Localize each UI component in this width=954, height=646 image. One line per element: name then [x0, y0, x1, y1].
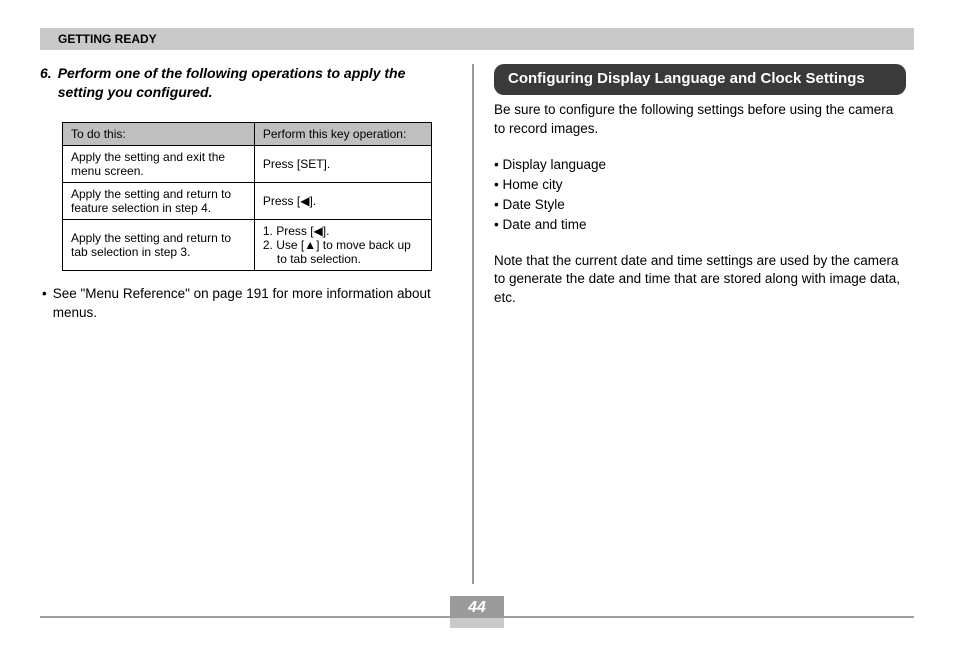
step-number: 6. — [40, 64, 52, 102]
list-item: Home city — [494, 175, 906, 195]
footer-rule: 44 — [40, 616, 914, 618]
list-item: Date Style — [494, 195, 906, 215]
op-cell: Press [SET]. — [254, 145, 431, 182]
table-row: Apply the setting and return to tab sele… — [63, 219, 432, 270]
section-header: GETTING READY — [40, 28, 914, 50]
intro-paragraph: Be sure to configure the following setti… — [494, 101, 906, 139]
left-note: • See "Menu Reference" on page 191 for m… — [40, 285, 452, 323]
table-row: Apply the setting and return to feature … — [63, 182, 432, 219]
op-cell: Press [◀]. — [254, 182, 431, 219]
op-substep: 1. Press [◀]. — [263, 224, 423, 238]
step-instruction: Perform one of the following operations … — [58, 64, 452, 102]
footer-tab — [450, 618, 504, 628]
page-container: GETTING READY 6. Perform one of the foll… — [0, 0, 954, 646]
action-cell: Apply the setting and return to feature … — [63, 182, 255, 219]
left-note-text: See "Menu Reference" on page 191 for mor… — [53, 285, 452, 323]
op-substep: 2. Use [▲] to move back up to tab select… — [263, 238, 423, 266]
action-cell: Apply the setting and return to tab sele… — [63, 219, 255, 270]
two-column-layout: 6. Perform one of the following operatio… — [40, 64, 914, 584]
settings-list: Display language Home city Date Style Da… — [494, 155, 906, 236]
page-number: 44 — [450, 596, 504, 620]
left-column: 6. Perform one of the following operatio… — [40, 64, 472, 584]
note-paragraph: Note that the current date and time sett… — [494, 252, 906, 309]
col-header-operation: Perform this key operation: — [254, 122, 431, 145]
op-cell: 1. Press [◀]. 2. Use [▲] to move back up… — [254, 219, 431, 270]
bullet-icon: • — [42, 285, 47, 323]
right-column: Configuring Display Language and Clock S… — [474, 64, 906, 584]
list-item: Display language — [494, 155, 906, 175]
step-6: 6. Perform one of the following operatio… — [40, 64, 452, 102]
table-header-row: To do this: Perform this key operation: — [63, 122, 432, 145]
col-header-action: To do this: — [63, 122, 255, 145]
operations-table: To do this: Perform this key operation: … — [62, 122, 432, 271]
table-row: Apply the setting and exit the menu scre… — [63, 145, 432, 182]
config-section-title: Configuring Display Language and Clock S… — [494, 64, 906, 95]
page-footer: 44 — [40, 616, 914, 618]
action-cell: Apply the setting and exit the menu scre… — [63, 145, 255, 182]
list-item: Date and time — [494, 215, 906, 235]
